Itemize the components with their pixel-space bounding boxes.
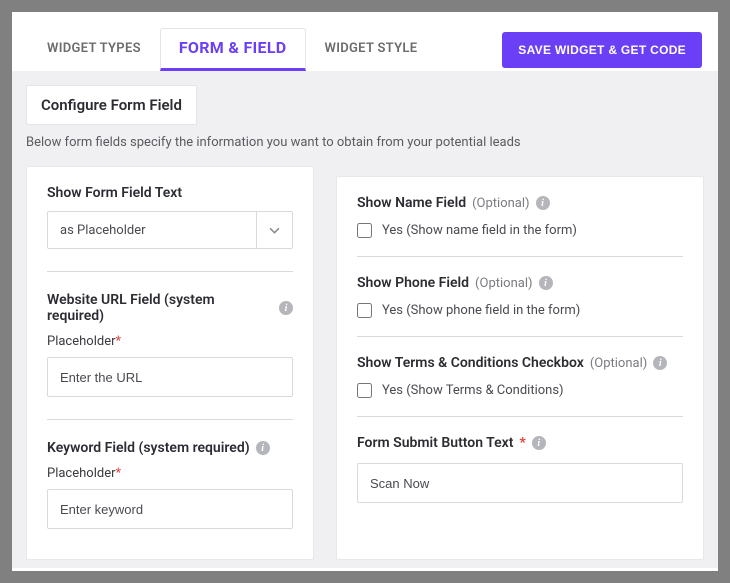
right-column: Show Name Field (Optional) i Yes (Show n… (336, 176, 704, 560)
optional-label: (Optional) (590, 356, 647, 371)
required-mark: * (519, 435, 525, 451)
save-widget-button[interactable]: SAVE WIDGET & GET CODE (502, 32, 702, 68)
title-label: Show Form Field Text (47, 185, 182, 201)
section-title: Show Terms & Conditions Checkbox (Option… (357, 355, 683, 371)
required-mark: * (116, 466, 122, 481)
section-title: Show Name Field (Optional) i (357, 195, 683, 211)
section-submit-button-text: Form Submit Button Text * i (357, 435, 683, 521)
required-mark: * (116, 334, 122, 349)
placeholder-label: Placeholder* (47, 466, 293, 481)
left-column: Show Form Field Text as Placeholder Webs… (26, 166, 314, 560)
sub-text: Placeholder (47, 466, 116, 481)
info-icon[interactable]: i (279, 301, 293, 315)
title-label: Show Phone Field (357, 275, 469, 291)
title-label: Show Name Field (357, 195, 466, 211)
dropdown-value: as Placeholder (48, 212, 256, 248)
section-terms-field: Show Terms & Conditions Checkbox (Option… (357, 355, 683, 417)
info-icon[interactable]: i (256, 441, 270, 455)
tab-widget-types[interactable]: WIDGET TYPES (28, 28, 160, 71)
configure-title: Configure Form Field (26, 85, 197, 125)
content-area: Configure Form Field Below form fields s… (12, 71, 718, 568)
checkbox-label: Yes (Show phone field in the form) (382, 303, 580, 318)
section-title: Show Phone Field (Optional) i (357, 275, 683, 291)
tab-form-field[interactable]: FORM & FIELD (160, 28, 306, 71)
chevron-down-icon (256, 212, 292, 248)
info-icon[interactable]: i (532, 436, 546, 450)
terms-checkbox[interactable] (357, 383, 372, 398)
columns: Show Form Field Text as Placeholder Webs… (26, 166, 704, 560)
app-frame: WIDGET TYPES FORM & FIELD WIDGET STYLE S… (12, 12, 718, 571)
section-keyword: Keyword Field (system required) i Placeh… (47, 440, 293, 551)
terms-checkbox-row[interactable]: Yes (Show Terms & Conditions) (357, 383, 683, 398)
sub-text: Placeholder (47, 334, 116, 349)
section-title: Show Form Field Text (47, 185, 293, 201)
phone-checkbox-row[interactable]: Yes (Show phone field in the form) (357, 303, 683, 318)
tab-bar: WIDGET TYPES FORM & FIELD WIDGET STYLE (28, 28, 502, 71)
tab-widget-style[interactable]: WIDGET STYLE (306, 28, 437, 71)
section-phone-field: Show Phone Field (Optional) i Yes (Show … (357, 275, 683, 337)
section-website-url: Website URL Field (system required) i Pl… (47, 292, 293, 420)
title-label: Show Terms & Conditions Checkbox (357, 355, 584, 371)
name-checkbox[interactable] (357, 223, 372, 238)
optional-label: (Optional) (472, 196, 529, 211)
info-icon[interactable]: i (539, 276, 553, 290)
section-title: Form Submit Button Text * i (357, 435, 683, 451)
checkbox-label: Yes (Show name field in the form) (382, 223, 577, 238)
helper-text: Below form fields specify the informatio… (26, 135, 704, 150)
submit-text-input[interactable] (357, 463, 683, 503)
info-icon[interactable]: i (653, 356, 667, 370)
checkbox-label: Yes (Show Terms & Conditions) (382, 383, 564, 398)
optional-label: (Optional) (475, 276, 532, 291)
url-placeholder-input[interactable] (47, 357, 293, 397)
topbar: WIDGET TYPES FORM & FIELD WIDGET STYLE S… (12, 12, 718, 71)
section-name-field: Show Name Field (Optional) i Yes (Show n… (357, 195, 683, 257)
phone-checkbox[interactable] (357, 303, 372, 318)
title-label: Website URL Field (system required) (47, 292, 273, 324)
placeholder-label: Placeholder* (47, 334, 293, 349)
info-icon[interactable]: i (536, 196, 550, 210)
name-checkbox-row[interactable]: Yes (Show name field in the form) (357, 223, 683, 238)
section-show-form-field-text: Show Form Field Text as Placeholder (47, 185, 293, 272)
title-label: Form Submit Button Text (357, 435, 513, 451)
section-title: Keyword Field (system required) i (47, 440, 293, 456)
section-title: Website URL Field (system required) i (47, 292, 293, 324)
keyword-placeholder-input[interactable] (47, 489, 293, 529)
title-label: Keyword Field (system required) (47, 440, 250, 456)
show-text-dropdown[interactable]: as Placeholder (47, 211, 293, 249)
